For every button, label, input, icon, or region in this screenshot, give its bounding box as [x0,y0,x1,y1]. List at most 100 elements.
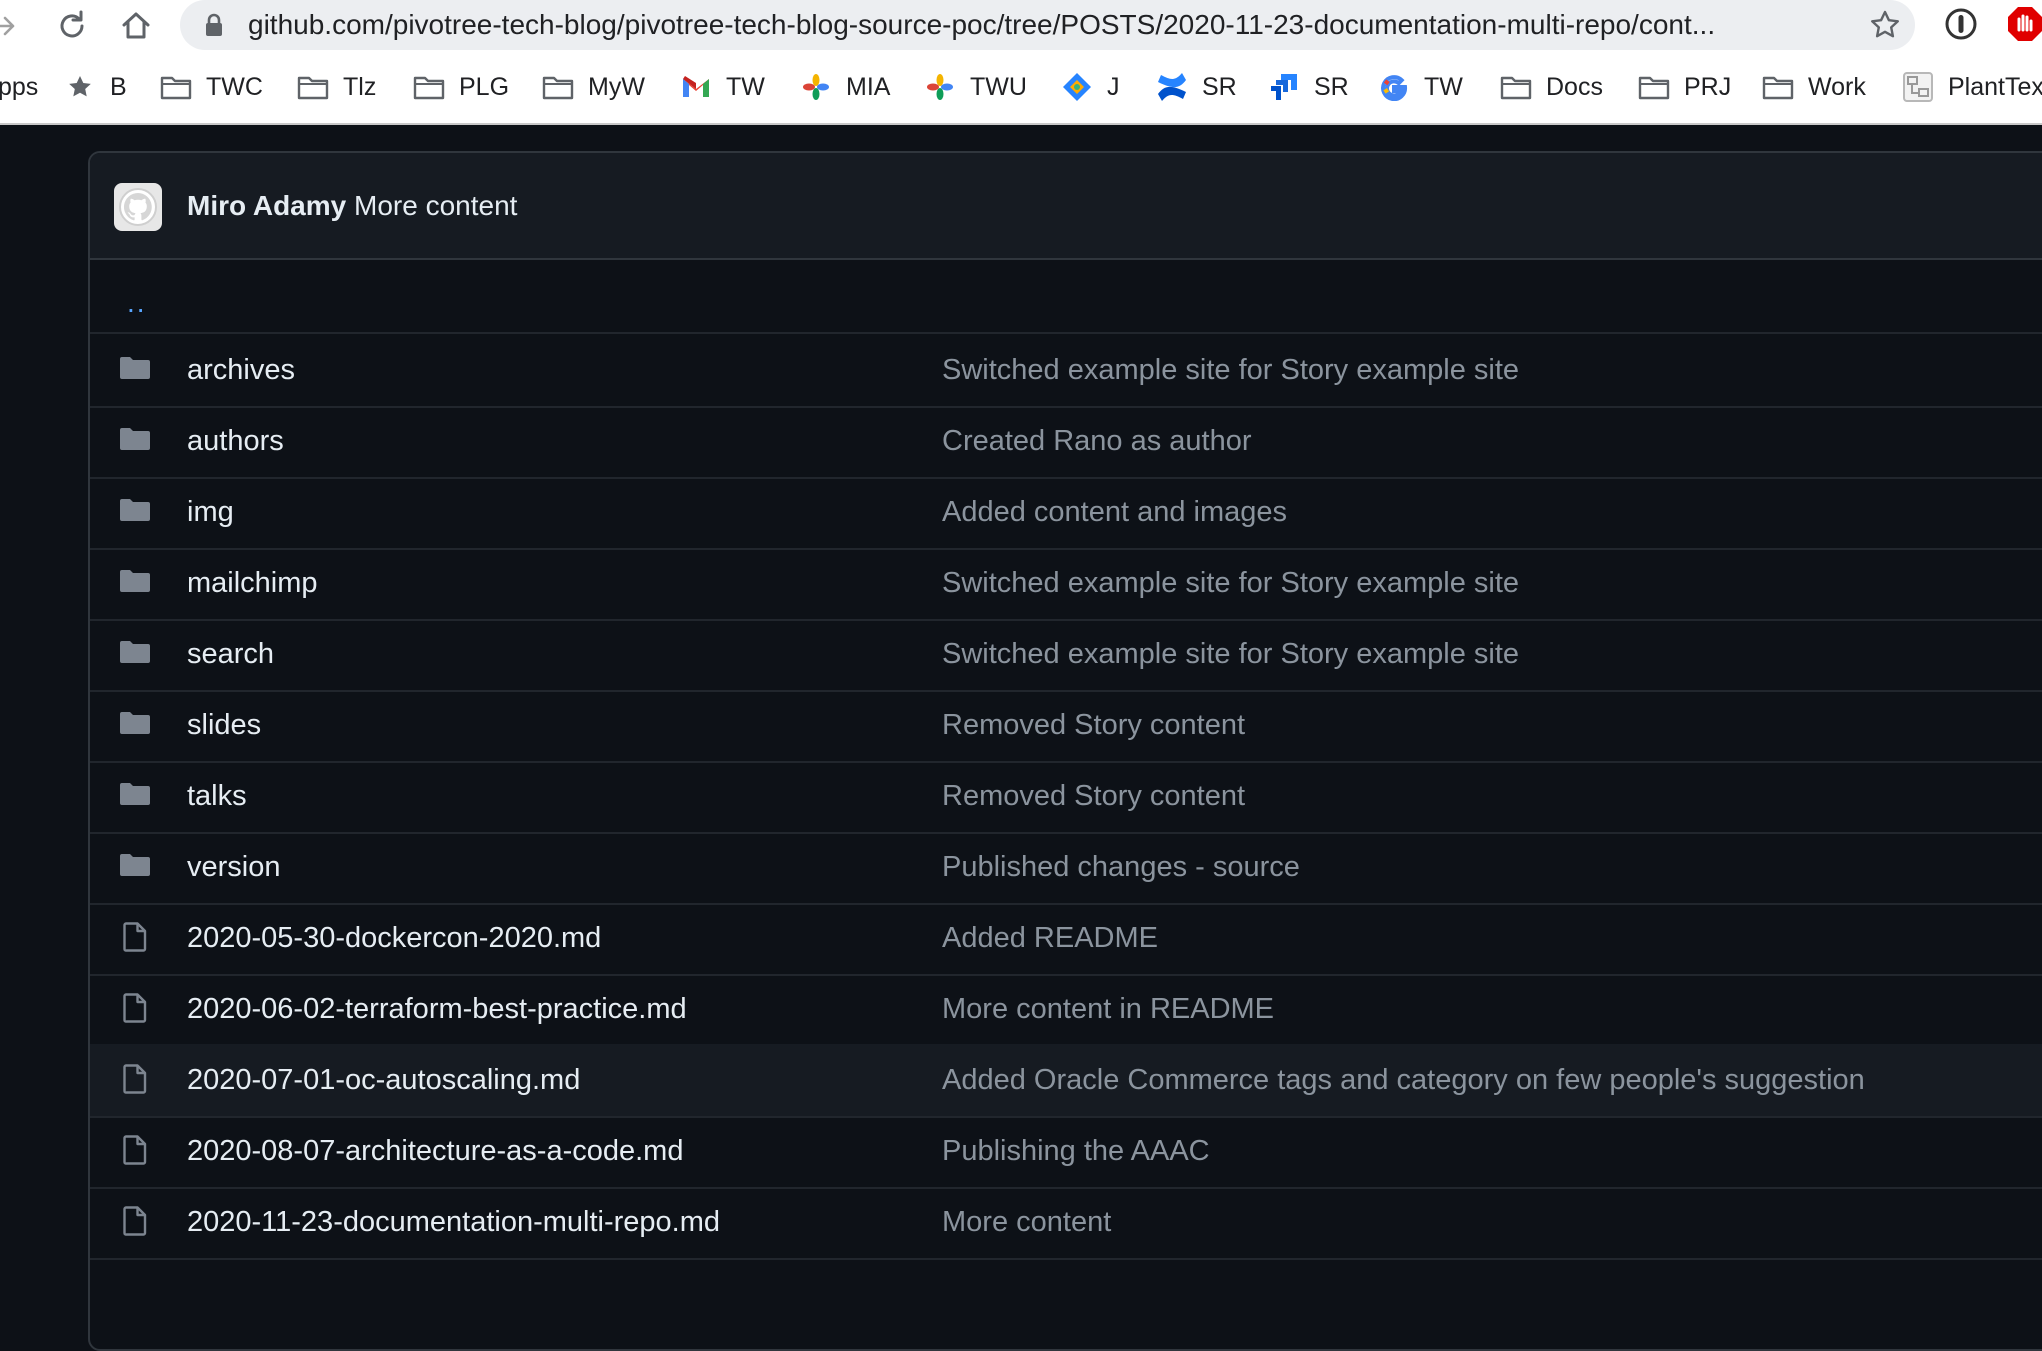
folder-icon [120,711,150,741]
file-row[interactable]: 2020-07-01-oc-autoscaling.md Added Oracle… [90,1044,2042,1118]
file-icon [123,1135,153,1165]
file-row[interactable]: search Switched example site for Story ex… [90,618,2042,692]
commit-message-link[interactable]: Created Rano as author [942,405,1252,477]
file-icon [123,993,153,1023]
file-name-link[interactable]: 2020-08-07-architecture-as-a-code.md [187,1115,683,1187]
file-name-link[interactable]: 2020-11-23-documentation-multi-repo.md [187,1186,720,1258]
bookmark-work[interactable]: Work [1762,62,1866,112]
commit-message[interactable]: More content [354,190,517,221]
file-icon [123,922,153,952]
file-name-link[interactable]: version [187,831,281,903]
file-browser-panel: Miro Adamy More content .. archives Switc… [88,151,2042,1351]
commit-message-link[interactable]: Added README [942,902,1158,974]
file-icon [123,1064,153,1094]
file-name-link[interactable]: 2020-06-02-terraform-best-practice.md [187,973,687,1045]
folder-icon [120,356,150,386]
bookmark-mia[interactable]: MIA [800,62,890,112]
bookmark-prj[interactable]: PRJ [1638,62,1731,112]
commit-message-link[interactable]: More content [942,1186,1111,1258]
file-row[interactable]: 2020-11-23-documentation-multi-repo.md Mo… [90,1186,2042,1260]
bookmark-planttext[interactable]: PlantTex [1902,62,2042,112]
commit-author[interactable]: Miro Adamy [187,190,346,221]
bookmark-myw[interactable]: MyW [542,62,645,112]
folder-icon [1762,71,1794,103]
parent-directory-row[interactable]: .. [90,260,2042,334]
commit-message-link[interactable]: Added content and images [942,476,1287,548]
file-name-link[interactable]: slides [187,689,261,761]
bookmark-plg[interactable]: PLG [413,62,509,112]
bookmark-sr-confluence[interactable]: SR [1156,62,1237,112]
commit-message-link[interactable]: Removed Story content [942,689,1245,761]
bookmark-tw-gmail[interactable]: TW [680,62,765,112]
reload-icon [60,10,84,38]
pinwheel-icon [800,71,832,103]
bookmark-j[interactable]: J [1061,62,1120,112]
file-icon [123,1206,153,1236]
jira-software-icon [1268,71,1300,103]
file-name-link[interactable]: authors [187,405,284,477]
file-name-link[interactable]: mailchimp [187,547,318,619]
url-text: github.com/pivotree-tech-blog/pivotree-t… [248,9,1716,40]
password-manager-icon[interactable] [1943,6,1979,42]
bookmark-star-icon[interactable] [1869,9,1901,41]
bookmark-docs[interactable]: Docs [1500,62,1603,112]
file-name-link[interactable]: img [187,476,234,548]
folder-icon [120,782,150,812]
bookmark-twu[interactable]: TWU [924,62,1027,112]
bookmark-tw-google[interactable]: TW [1378,62,1463,112]
file-row[interactable]: authors Created Rano as author [90,405,2042,479]
home-icon [122,12,150,39]
commit-message-link[interactable]: Switched example site for Story example … [942,334,1519,406]
commit-summary: Miro Adamy More content [187,153,517,258]
file-row[interactable]: img Added content and images [90,476,2042,550]
lock-icon [206,13,222,36]
folder-icon [120,498,150,528]
file-row[interactable]: talks Removed Story content [90,760,2042,834]
github-octocat-icon [119,188,157,226]
folder-icon [1638,71,1670,103]
commit-message-link[interactable]: Removed Story content [942,760,1245,832]
commit-message-link[interactable]: Published changes - source [942,831,1300,903]
folder-icon [160,71,192,103]
bookmark-sr-jira[interactable]: SR [1268,62,1349,112]
bookmark-b[interactable]: B [64,62,127,112]
folder-icon [413,71,445,103]
forward-button[interactable] [0,6,24,46]
home-button[interactable] [116,6,156,46]
folder-icon [120,569,150,599]
adblock-icon[interactable] [2005,4,2042,44]
file-name-link[interactable]: talks [187,760,247,832]
latest-commit-header: Miro Adamy More content [90,153,2042,260]
commit-message-link[interactable]: Added Oracle Commerce tags and category … [942,1044,1865,1116]
folder-icon [120,427,150,457]
commit-message-link[interactable]: Switched example site for Story example … [942,547,1519,619]
file-row[interactable]: archives Switched example site for Story … [90,334,2042,408]
bookmark-apps[interactable]: pps [0,62,38,112]
folder-icon [120,640,150,670]
file-row[interactable]: 2020-06-02-terraform-best-practice.md Mor… [90,973,2042,1047]
file-name-link[interactable]: 2020-07-01-oc-autoscaling.md [187,1044,580,1116]
address-bar[interactable]: github.com/pivotree-tech-blog/pivotree-t… [180,0,1915,50]
commit-message-link[interactable]: Publishing the AAAC [942,1115,1210,1187]
file-row[interactable]: version Published changes - source [90,831,2042,905]
file-name-link[interactable]: 2020-05-30-dockercon-2020.md [187,902,601,974]
reload-button[interactable] [52,6,92,46]
commit-message-link[interactable]: Switched example site for Story example … [942,618,1519,690]
commit-message-link[interactable]: More content in README [942,973,1274,1045]
file-row[interactable]: slides Removed Story content [90,689,2042,763]
planttext-icon [1902,71,1934,103]
browser-chrome: github.com/pivotree-tech-blog/pivotree-t… [0,0,2042,125]
folder-icon [542,71,574,103]
bookmark-twc[interactable]: TWC [160,62,263,112]
bookmark-tlz[interactable]: Tlz [297,62,376,112]
file-row[interactable]: 2020-08-07-architecture-as-a-code.md Publ… [90,1115,2042,1189]
file-name-link[interactable]: search [187,618,274,690]
file-row[interactable]: mailchimp Switched example site for Story… [90,547,2042,621]
confluence-icon [1156,71,1188,103]
gmail-icon [680,71,712,103]
arrow-right-icon [0,16,15,36]
file-row[interactable]: 2020-05-30-dockercon-2020.md Added README [90,902,2042,976]
file-name-link[interactable]: archives [187,334,295,406]
jira-icon [1061,71,1093,103]
avatar[interactable] [114,183,162,231]
